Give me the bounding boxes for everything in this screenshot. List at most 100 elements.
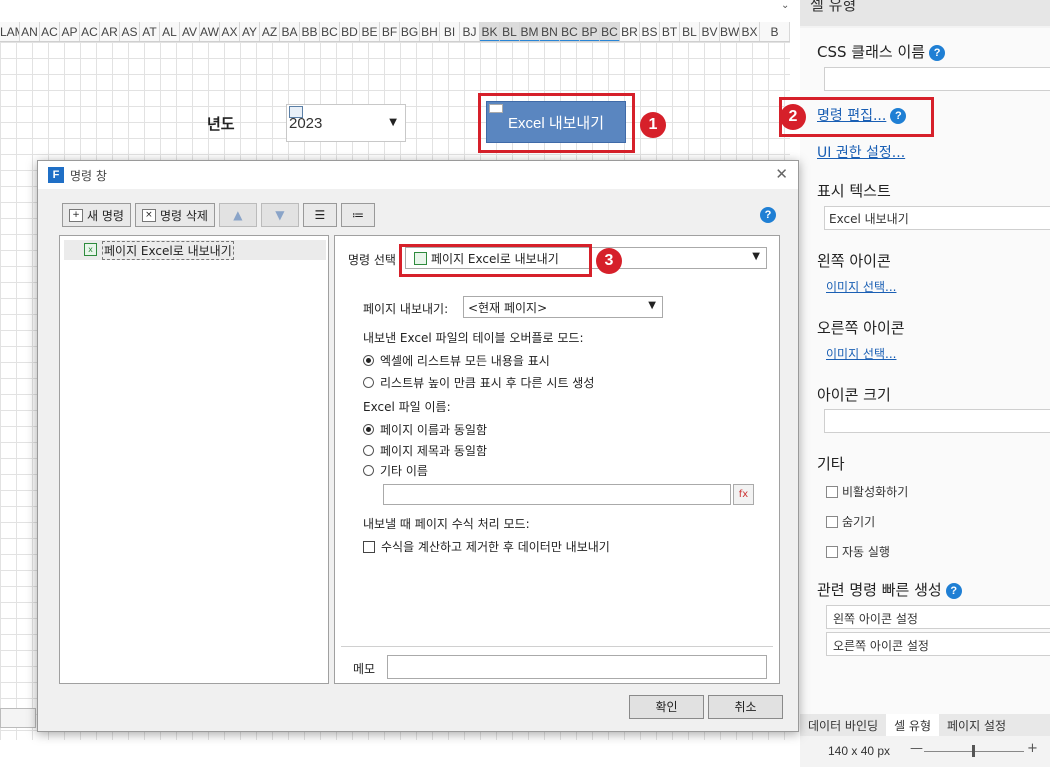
disable-checkbox[interactable]: 비활성화하기	[826, 483, 908, 500]
column-header-bs[interactable]: BS	[640, 22, 660, 41]
column-header-bl[interactable]: BL	[680, 22, 700, 41]
column-header-bd[interactable]: BD	[340, 22, 360, 41]
column-header-bc[interactable]: BC	[320, 22, 340, 41]
year-combo[interactable]: 2023 ▼	[286, 104, 406, 142]
help-icon[interactable]: ?	[929, 44, 946, 61]
column-header-ax[interactable]: AX	[220, 22, 240, 41]
column-header-bg[interactable]: BG	[400, 22, 420, 41]
dropdown-arrow-icon[interactable]: ▼	[389, 117, 397, 128]
zoom-out-icon[interactable]: —	[910, 741, 923, 756]
icon-size-input[interactable]	[824, 409, 1050, 433]
column-header-ac[interactable]: AC	[80, 22, 100, 41]
column-header-ac[interactable]: AC	[40, 22, 60, 41]
column-header-as[interactable]: AS	[120, 22, 140, 41]
right-icon-select-link[interactable]: 이미지 선택...	[826, 345, 896, 362]
zoom-slider-thumb[interactable]	[972, 745, 975, 757]
column-header-ar[interactable]: AR	[100, 22, 120, 41]
checkbox-box[interactable]	[826, 515, 838, 528]
column-header-b[interactable]: B	[760, 22, 790, 41]
column-header-bc[interactable]: BC	[560, 22, 580, 41]
command-tree[interactable]: x 페이지 Excel로 내보내기	[59, 235, 329, 684]
filename-option-page-title[interactable]: 페이지 제목과 동일함	[363, 442, 487, 459]
command-select-label: 명령 선택	[348, 253, 396, 267]
checkbox-box[interactable]	[363, 541, 375, 553]
column-header-bc[interactable]: BC	[600, 22, 620, 41]
column-header-ba[interactable]: BA	[280, 22, 300, 41]
checkbox-box[interactable]	[826, 485, 838, 498]
chevron-down-icon[interactable]: ⌄	[781, 0, 789, 11]
move-up-button[interactable]: ▲	[218, 203, 257, 227]
dropdown-arrow-icon[interactable]: ▼	[752, 251, 760, 262]
help-icon[interactable]: ?	[945, 582, 962, 599]
column-header-br[interactable]: BR	[620, 22, 640, 41]
formula-editor-icon[interactable]: fx	[733, 484, 754, 505]
ui-permission-link[interactable]: UI 권한 설정...	[817, 142, 905, 162]
column-header-bl[interactable]: BL	[500, 22, 520, 41]
column-header-an[interactable]: AN	[20, 22, 40, 41]
tab-cell-type[interactable]: 셀 유형	[886, 714, 939, 736]
column-header-az[interactable]: AZ	[260, 22, 280, 41]
column-header-lam[interactable]: LAM	[0, 22, 20, 41]
quick-right-icon-setting[interactable]: 오른쪽 아이콘 설정	[826, 632, 1050, 656]
panel-tabs: 데이터 바인딩 셀 유형 페이지 설정	[800, 714, 1050, 736]
radio-button[interactable]	[363, 465, 374, 476]
memo-input[interactable]	[387, 655, 767, 679]
column-header-bi[interactable]: BI	[440, 22, 460, 41]
list-button[interactable]: ≔	[340, 203, 375, 227]
tab-data-binding[interactable]: 데이터 바인딩	[800, 714, 886, 736]
radio-button[interactable]	[363, 355, 374, 366]
column-header-bb[interactable]: BB	[300, 22, 320, 41]
dialog-titlebar[interactable]: F 명령 창 ✕	[38, 161, 798, 189]
column-header-bn[interactable]: BN	[540, 22, 560, 41]
radio-button[interactable]	[363, 377, 374, 388]
filename-option-page-name[interactable]: 페이지 이름과 동일함	[363, 421, 487, 438]
move-down-button[interactable]: ▼	[260, 203, 299, 227]
overflow-option-new-sheet[interactable]: 리스트뷰 높이 만큼 표시 후 다른 시트 생성	[363, 374, 594, 391]
column-header-bv[interactable]: BV	[700, 22, 720, 41]
column-header-bf[interactable]: BF	[380, 22, 400, 41]
memo-label: 메모	[353, 662, 376, 676]
column-header-av[interactable]: AV	[180, 22, 200, 41]
cancel-button[interactable]: 취소	[708, 695, 783, 719]
new-command-button[interactable]: + 새 명령	[62, 203, 131, 227]
css-class-input[interactable]	[824, 67, 1050, 91]
formula-calc-checkbox[interactable]: 수식을 계산하고 제거한 후 데이터만 내보내기	[363, 538, 610, 555]
help-icon[interactable]: ?	[760, 207, 776, 223]
column-header-bp[interactable]: BP	[580, 22, 600, 41]
overflow-option-all[interactable]: 엑셀에 리스트뷰 모든 내용을 표시	[363, 352, 550, 369]
column-header-at[interactable]: AT	[140, 22, 160, 41]
column-header-bt[interactable]: BT	[660, 22, 680, 41]
tab-page-settings[interactable]: 페이지 설정	[939, 714, 1014, 736]
column-header-bx[interactable]: BX	[740, 22, 760, 41]
column-header-bh[interactable]: BH	[420, 22, 440, 41]
zoom-in-icon[interactable]: +	[1027, 741, 1038, 756]
column-header-be[interactable]: BE	[360, 22, 380, 41]
column-header-bm[interactable]: BM	[520, 22, 540, 41]
radio-button[interactable]	[363, 424, 374, 435]
column-header-bw[interactable]: BW	[720, 22, 740, 41]
left-icon-select-link[interactable]: 이미지 선택...	[826, 278, 896, 295]
close-icon[interactable]: ✕	[775, 165, 788, 183]
dropdown-arrow-icon[interactable]: ▼	[648, 300, 656, 311]
auto-run-checkbox[interactable]: 자동 실행	[826, 543, 890, 560]
filename-option-other[interactable]: 기타 이름	[363, 462, 428, 479]
hide-checkbox[interactable]: 숨기기	[826, 513, 875, 530]
column-header-aw[interactable]: AW	[200, 22, 220, 41]
column-header-ay[interactable]: AY	[240, 22, 260, 41]
ok-button[interactable]: 확인	[629, 695, 704, 719]
indent-button[interactable]: ☰	[302, 203, 337, 227]
tree-item-export-excel[interactable]: x 페이지 Excel로 내보내기	[64, 240, 326, 260]
sheet-scrollbar[interactable]	[0, 708, 36, 728]
year-label: 년도	[207, 115, 235, 133]
checkbox-box[interactable]	[826, 545, 838, 558]
column-header-bk[interactable]: BK	[480, 22, 500, 41]
column-header-ap[interactable]: AP	[60, 22, 80, 41]
radio-button[interactable]	[363, 445, 374, 456]
quick-left-icon-setting[interactable]: 왼쪽 아이콘 설정	[826, 605, 1050, 629]
display-text-input[interactable]: Excel 내보내기	[824, 206, 1050, 230]
column-header-al[interactable]: AL	[160, 22, 180, 41]
column-header-bj[interactable]: BJ	[460, 22, 480, 41]
other-filename-input[interactable]	[383, 484, 731, 505]
page-export-select[interactable]: <현재 페이지> ▼	[463, 296, 663, 318]
delete-command-button[interactable]: × 명령 삭제	[134, 203, 215, 227]
